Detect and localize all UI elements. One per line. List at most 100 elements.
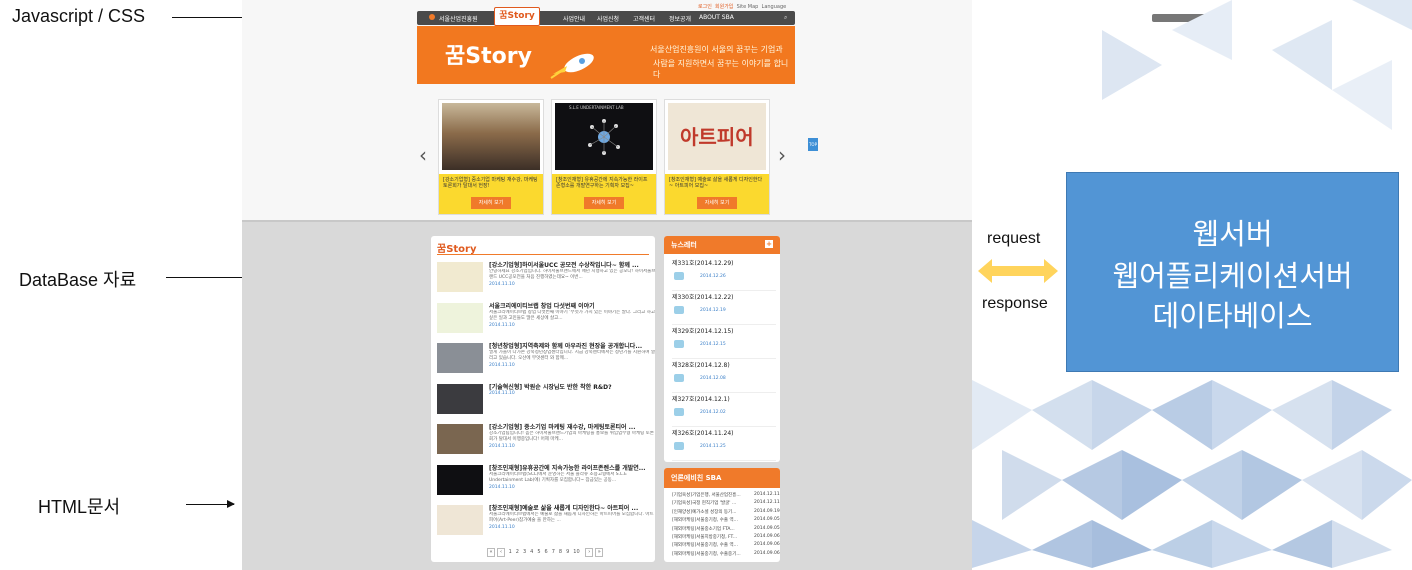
article-item[interactable]: [강소기업형]하이서울UCC 공모전 수상작입니다~ 함께 ... 안녕하세요 강… — [437, 260, 655, 298]
pager-last[interactable]: » — [595, 548, 604, 557]
press-item-text[interactable]: [해외마케팅]서울중기청, 수출중기... — [672, 551, 752, 557]
util-links: 로그인 회원가입 Site Map Language — [698, 3, 786, 10]
newsletter-item[interactable]: 제330호(2014.12.22) 2014.12.19 — [672, 292, 776, 325]
article-thumbnail[interactable] — [437, 302, 483, 333]
newsletter-item[interactable]: 제326호(2014.11.24) 2014.11.25 — [672, 428, 776, 461]
more-icon[interactable]: + — [765, 240, 773, 248]
article-item[interactable]: 서울크리에이티브랩 창업 다섯번째 이야기 서울크리에이티브랩 창업 다섯번째 이… — [437, 301, 655, 339]
press-item[interactable]: [해외마케팅]서울중기청, 수출 역... 2014.09.05 — [672, 517, 780, 525]
newsletter-item-title[interactable]: 제326호(2014.11.24) — [672, 428, 734, 437]
article-thumbnail[interactable] — [437, 424, 483, 454]
pager-page-7[interactable]: 7 — [552, 549, 555, 555]
article-thumbnail[interactable] — [437, 343, 483, 373]
login-link[interactable]: 로그인 — [698, 4, 712, 10]
pager-page-10[interactable]: 10 — [573, 549, 579, 555]
nav-item-customer[interactable]: 고객센터 — [633, 14, 655, 23]
press-item[interactable]: [해외마케팅]서울중소기업 FTA... 2014.09.05 — [672, 526, 780, 534]
nav-logo[interactable]: 꿈Story — [494, 7, 540, 26]
newsletter-icon — [674, 408, 684, 416]
annotation-database: DataBase 자료 — [19, 270, 137, 290]
press-item-text[interactable]: [기업육성]국정 현직기업 '발굴' ... — [672, 500, 752, 506]
pager-page-2[interactable]: 2 — [516, 549, 519, 555]
card-button-3[interactable]: 자세히 보기 — [697, 197, 737, 209]
press-item-text[interactable]: [해외마케팅]서울중소기업 FTA... — [672, 526, 752, 532]
article-thumbnail[interactable] — [437, 262, 483, 292]
article-title[interactable]: [창조인재형]유휴공간에 지속가능한 라이프존렌스를 개발연... — [489, 463, 657, 472]
pager-page-3[interactable]: 3 — [523, 549, 526, 555]
newsletter-item-date: 2014.12.08 — [700, 376, 726, 381]
annotation-html: HTML문서 — [38, 497, 121, 517]
carousel-next-icon[interactable]: › — [778, 143, 786, 167]
article-title[interactable]: [창조인재형]예술로 삶을 새롭게 디자인한다~ 아트피어 ... — [489, 503, 657, 512]
nav-item-apply[interactable]: 사업신청 — [597, 14, 619, 23]
nav-item-business[interactable]: 사업안내 — [563, 14, 585, 23]
newsletter-item-date: 2014.11.25 — [700, 444, 726, 449]
newsletter-item-title[interactable]: 제331호(2014.12.29) — [672, 258, 734, 267]
press-item[interactable]: [해외마케팅]서울중기청, 수출 역... 2014.09.06 — [672, 542, 780, 550]
article-title[interactable]: [기술혁신형] 박원순 시장님도 반한 착한 R&D? — [489, 382, 657, 391]
card-button-2[interactable]: 자세히 보기 — [584, 197, 624, 209]
press-item[interactable]: [기업육성]기업은행, 서울산업진흥... 2014.12.11 — [672, 492, 780, 500]
server-line-db: 데이타베이스 — [1152, 299, 1313, 333]
press-item-date: 2014.09.19 — [754, 508, 780, 514]
article-item[interactable]: [청년창업형]지역축제와 함께 아우라진 현장을 공개합니다... 멀게 가을이 … — [437, 341, 655, 379]
newsletter-item-title[interactable]: 제330호(2014.12.22) — [672, 292, 734, 301]
sitemap-link[interactable]: Site Map — [737, 4, 759, 10]
press-item-text[interactable]: [해외마케팅]서울지방중기청, FT... — [672, 534, 752, 540]
press-item[interactable]: [인재양성]예가소셜 성장의 동기... 2014.09.19 — [672, 509, 780, 517]
newsletter-item-title[interactable]: 제329호(2014.12.15) — [672, 326, 734, 335]
newsletter-item-title[interactable]: 제327호(2014.12.1) — [672, 394, 730, 403]
press-item-text[interactable]: [해외마케팅]서울중기청, 수출 역... — [672, 542, 752, 548]
card-button-1[interactable]: 자세히 보기 — [471, 197, 511, 209]
newsletter-item[interactable]: 제328호(2014.12.8) 2014.12.08 — [672, 360, 776, 393]
side-tab[interactable]: TOP — [808, 138, 818, 151]
press-item-text[interactable]: [해외마케팅]서울중기청, 수출 역... — [672, 517, 752, 523]
nav-item-about[interactable]: ABOUT SBA — [699, 14, 734, 21]
carousel-card-1[interactable]: [강소기업형] 중소기업 마케팅 재수강, 마케팅 토론회가 탈대서 헌장! 자… — [438, 99, 544, 215]
pager-page-4[interactable]: 4 — [530, 549, 533, 555]
nav-item-info[interactable]: 정보공개 — [669, 14, 691, 23]
press-item-text[interactable]: [인재양성]예가소셜 성장의 동기... — [672, 509, 752, 515]
press-item-date: 2014.09.06 — [754, 534, 780, 539]
pager-page-1[interactable]: 1 — [509, 549, 512, 555]
newsletter-item[interactable]: 제331호(2014.12.29) 2014.12.26 — [672, 258, 776, 291]
carousel-prev-icon[interactable]: ‹ — [419, 143, 427, 167]
pager-page-8[interactable]: 8 — [559, 549, 562, 555]
article-item[interactable]: [창조인재형]예술로 삶을 새롭게 디자인한다~ 아트피어 ... 서울크리에이티… — [437, 503, 654, 541]
article-item[interactable]: [기술혁신형] 박원순 시장님도 반한 착한 R&D? 2014.11.10 — [437, 382, 651, 420]
signup-link[interactable]: 회원가입 — [715, 4, 733, 10]
pager-page-5[interactable]: 5 — [537, 549, 540, 555]
card-image-2-label: S.L.E UNDERTAINMENT LAB — [569, 105, 624, 110]
article-date: 2014.11.10 — [489, 363, 515, 368]
pager-page-6[interactable]: 6 — [545, 549, 548, 555]
article-thumbnail[interactable] — [437, 464, 483, 495]
article-thumbnail[interactable] — [437, 505, 483, 535]
article-title[interactable]: 서울크리에이티브랩 창업 다섯번째 이야기 — [489, 301, 657, 310]
article-title[interactable]: [강소기업형]하이서울UCC 공모전 수상작입니다~ 함께 ... — [489, 260, 657, 269]
article-title[interactable]: [청년창업형]지역축제와 함께 아우라진 현장을 공개합니다... — [489, 341, 657, 350]
press-item-text[interactable]: [기업육성]기업은행, 서울산업진흥... — [672, 492, 752, 498]
press-item[interactable]: [해외마케팅]서울지방중기청, FT... 2014.09.06 — [672, 534, 780, 542]
pager-next[interactable]: › — [585, 548, 594, 557]
pager-prev[interactable]: ‹ — [497, 548, 505, 557]
press-title: 언론에비친 SBA — [671, 474, 722, 482]
pager-first[interactable]: « — [487, 548, 495, 557]
language-link[interactable]: Language — [762, 4, 787, 10]
newsletter-item[interactable]: 제329호(2014.12.15) 2014.12.15 — [672, 326, 776, 359]
article-thumbnail[interactable] — [437, 383, 483, 414]
search-icon[interactable]: ⌕ — [784, 14, 787, 22]
carousel-card-3[interactable]: 아트피어 [창조인재형] 예술로 삶을 새롭게 디자인한다~ 아트피어 모집~ … — [664, 99, 770, 215]
arrow-html — [186, 500, 235, 508]
article-title[interactable]: [강소기업형] 중소기업 마케팅 재수강, 마케팅토론티어 ... — [489, 422, 657, 431]
newsletter-item-title[interactable]: 제328호(2014.12.8) — [672, 360, 730, 369]
pager-page-9[interactable]: 9 — [566, 549, 569, 555]
card-caption-3: [창조인재형] 예술로 삶을 새롭게 디자인한다~ 아트피어 모집~ — [669, 177, 763, 189]
press-item[interactable]: [기업육성]국정 현직기업 '발굴' ... 2014.12.11 — [672, 500, 780, 508]
nav-brand[interactable]: 서울산업진흥원 — [439, 14, 478, 23]
carousel-card-2[interactable]: S.L.E UNDERTAINMENT LAB [창조인재형] 유휴공간에 지속… — [551, 99, 657, 215]
card-caption-2: [창조인재형] 유휴공간에 지속가능한 라이프존형소를 개발연구하는 기획자 모… — [556, 177, 648, 189]
article-item[interactable]: [창조인재형]유휴공간에 지속가능한 라이프존렌스를 개발연... 서울크리에이티… — [437, 463, 651, 501]
article-item[interactable]: [강소기업형] 중소기업 마케팅 재수강, 마케팅토론티어 ... 강소기업팀입니… — [437, 422, 654, 460]
newsletter-item[interactable]: 제327호(2014.12.1) 2014.12.02 — [672, 394, 776, 427]
press-item[interactable]: [해외마케팅]서울중기청, 수출중기... 2014.09.06 — [672, 551, 780, 559]
